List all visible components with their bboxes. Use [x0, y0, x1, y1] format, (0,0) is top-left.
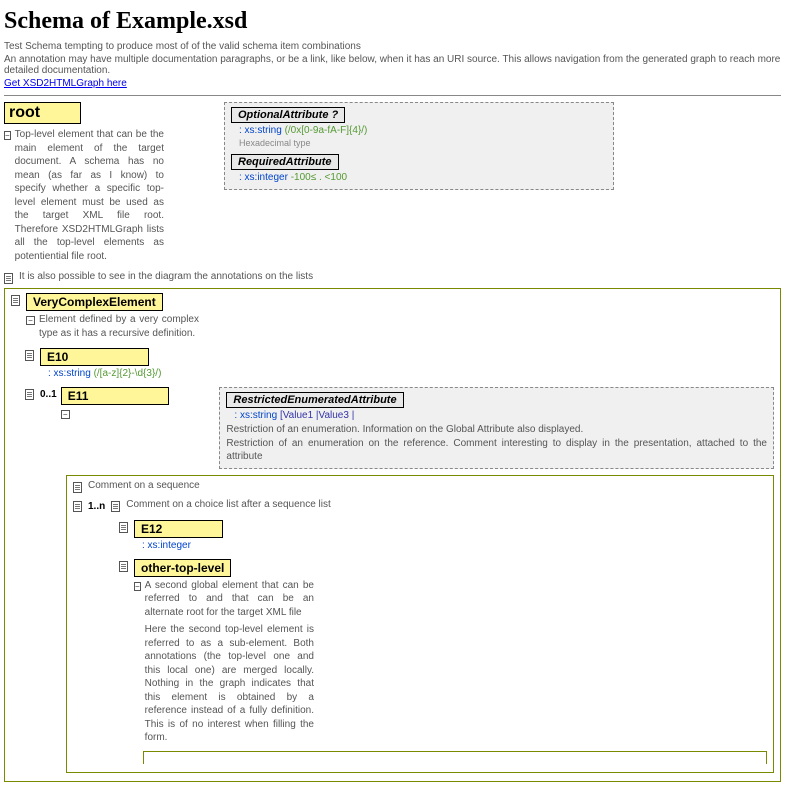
rea-type: : xs:string: [234, 410, 277, 421]
element-very-complex: VeryComplexElement: [26, 293, 163, 311]
element-e11: E11: [61, 387, 170, 405]
doc-icon: [111, 501, 120, 512]
doc-icon: [73, 501, 82, 512]
otl-desc-1: A second global element that can be refe…: [145, 579, 314, 620]
attr-optional: OptionalAttribute ?: [231, 107, 345, 123]
doc-icon: [73, 482, 82, 493]
e12-type: : xs:integer: [142, 540, 223, 551]
doc-icon: [25, 350, 34, 361]
element-root: root: [4, 102, 81, 124]
intro-para-1: Test Schema tempting to produce most of …: [4, 41, 781, 52]
rea-enum: [Value1 |Value3 |: [280, 410, 354, 421]
page-title: Schema of Example.xsd: [4, 8, 781, 35]
doc-icon: [4, 273, 13, 284]
choice-occurrence: 1..n: [88, 501, 105, 512]
doc-icon: [119, 561, 128, 572]
get-tool-link[interactable]: Get XSD2HTMLGraph here: [4, 78, 127, 89]
collapse-icon[interactable]: [61, 410, 70, 419]
e10-pattern: (/[a-z]{2}-\d{3}/): [94, 368, 162, 379]
collapse-icon[interactable]: [26, 316, 35, 325]
attr-optional-type: : xs:string: [239, 125, 282, 136]
rea-desc-1: Restriction of an enumeration. Informati…: [226, 423, 767, 437]
element-e10: E10: [40, 348, 149, 366]
vce-description: Element defined by a very complex type a…: [39, 313, 199, 340]
attr-required: RequiredAttribute: [231, 154, 339, 170]
attr-required-type: : xs:integer: [239, 172, 288, 183]
doc-icon: [25, 389, 34, 400]
collapse-icon[interactable]: [4, 131, 11, 140]
collapse-icon[interactable]: [134, 582, 141, 591]
rea-desc-2: Restriction of an enumeration on the ref…: [226, 437, 767, 464]
e11-occurrence: 0..1: [40, 389, 57, 400]
doc-icon: [11, 295, 20, 306]
attr-restricted-enum: RestrictedEnumeratedAttribute: [226, 392, 403, 408]
list-annotations-note: It is also possible to see in the diagra…: [19, 271, 313, 282]
otl-desc-2: Here the second top-level element is ref…: [145, 623, 314, 745]
intro-para-2: An annotation may have multiple document…: [4, 54, 781, 76]
element-other-top-level: other-top-level: [134, 559, 231, 577]
element-e12: E12: [134, 520, 223, 538]
divider: [4, 95, 781, 96]
root-description: Top-level element that can be the main e…: [15, 128, 164, 263]
e10-type: : xs:string: [48, 368, 91, 379]
choice-comment: Comment on a choice list after a sequenc…: [126, 499, 331, 510]
doc-icon: [119, 522, 128, 533]
attr-optional-note: Hexadecimal type: [239, 138, 607, 148]
sequence-comment: Comment on a sequence: [88, 480, 200, 491]
attr-required-range: -100≤ . <100: [291, 172, 347, 183]
attr-optional-pattern: (/0x[0-9a-fA-F]{4}/): [285, 125, 368, 136]
